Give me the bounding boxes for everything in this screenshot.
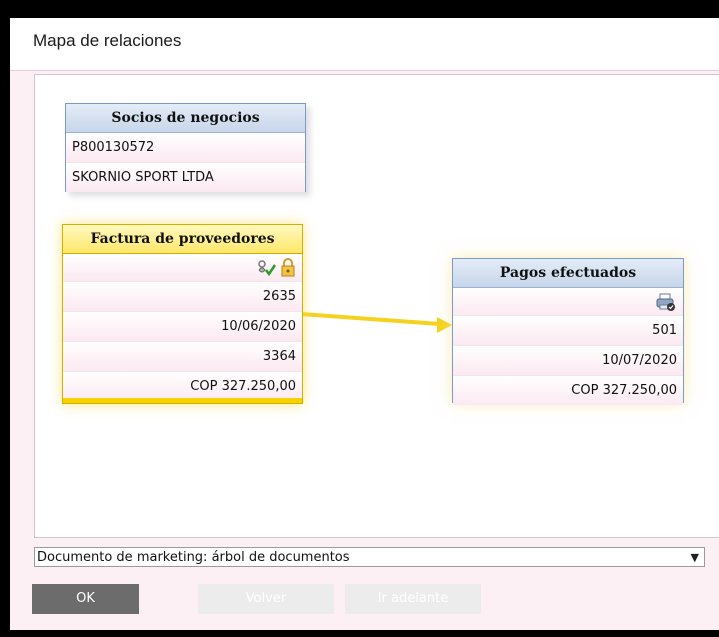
payment-number: 501 [453,316,683,346]
invoice-reference: 3364 [63,342,302,372]
invoice-date: 10/06/2020 [63,312,302,342]
dropdown-caret-icon[interactable]: ▼ [691,548,699,568]
selected-indicator [63,398,302,403]
icon-row [63,254,302,282]
arrow-line [300,312,441,326]
lock-icon [281,257,295,276]
card-header: Pagos efectuados [453,259,683,288]
dropdown-value: Documento de marketing: árbol de documen… [37,550,350,565]
arrow-head [437,317,452,333]
payment-date: 10/07/2020 [453,346,683,376]
card-header: Factura de proveedores [63,225,302,254]
partner-name: SKORNIO SPORT LTDA [66,163,305,192]
outgoing-payment-card[interactable]: Pagos efectuados 501 10/07/2020 COP 327.… [452,258,684,405]
payment-amount: COP 327.250,00 [453,376,683,405]
icon-row [453,288,683,316]
back-button[interactable]: Volver [198,584,334,614]
invoice-amount: COP 327.250,00 [63,372,302,401]
invoice-number: 2635 [63,282,302,312]
card-header: Socios de negocios [66,104,305,133]
partner-code: P800130572 [66,133,305,163]
printer-icon [656,293,675,311]
vendor-invoice-card[interactable]: Factura de proveedores 2635 10/06/2020 3… [62,224,303,404]
ok-button[interactable]: OK [32,584,139,614]
business-partner-card[interactable]: Socios de negocios P800130572 SKORNIO SP… [65,103,306,192]
document-tree-dropdown[interactable]: Documento de marketing: árbol de documen… [34,547,705,567]
approved-document-icon [258,259,277,276]
forward-button[interactable]: Ir adelante [345,584,481,614]
relationship-map-window: Mapa de relaciones Socios de negocios P8… [10,18,719,630]
